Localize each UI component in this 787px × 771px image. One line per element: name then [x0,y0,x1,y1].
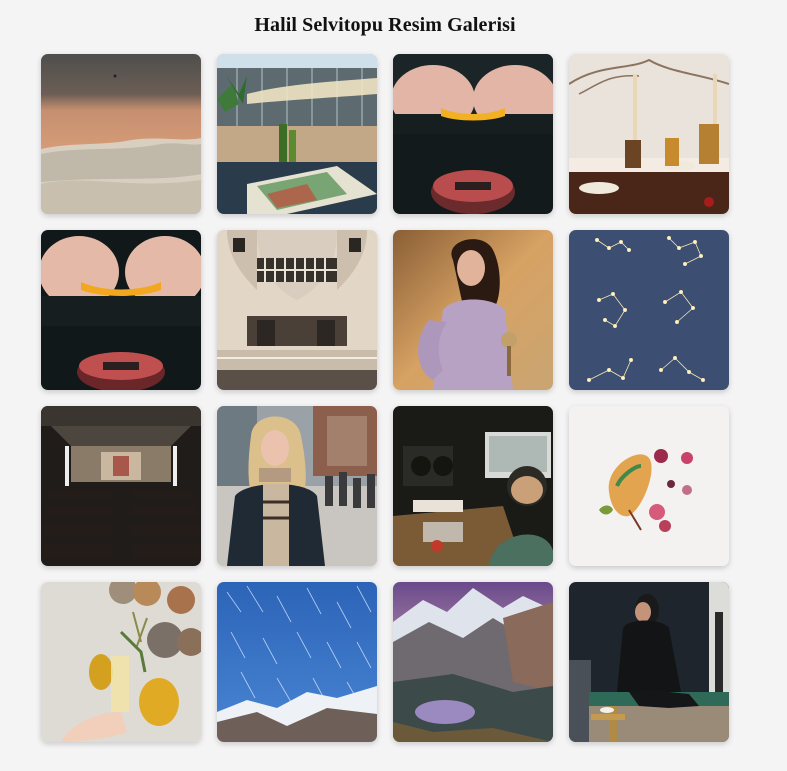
building-photo [217,230,377,390]
gallery-image-balloons[interactable] [41,582,201,742]
studio-photo [393,406,553,566]
hands-photo [393,54,553,214]
gallery-image-terrace[interactable] [217,54,377,214]
gallery-image-woman-studio[interactable] [569,582,729,742]
woman-dress-photo [393,230,553,390]
gallery-image-dinner[interactable] [569,54,729,214]
gallery-image-zodiac[interactable] [569,230,729,390]
gallery-image-building[interactable] [217,230,377,390]
zodiac-photo [569,230,729,390]
gallery-page: Halil Selvitopu Resim Galerisi [0,0,787,771]
gallery-image-blonde-woman[interactable] [217,406,377,566]
gallery-image-mountain-lake[interactable] [393,582,553,742]
gallery-image-leaf[interactable] [569,406,729,566]
gallery-image-star-trails[interactable] [217,582,377,742]
balloons-photo [41,582,201,742]
beach-photo [41,54,201,214]
leaf-photo [569,406,729,566]
star-trails-photo [217,582,377,742]
gallery-image-beach[interactable] [41,54,201,214]
terrace-photo [217,54,377,214]
page-title: Halil Selvitopu Resim Galerisi [254,14,516,36]
woman-studio-photo [569,582,729,742]
image-grid [41,54,729,742]
hands-photo-2 [41,230,201,390]
gallery-image-hands-2[interactable] [41,230,201,390]
mountain-lake-photo [393,582,553,742]
church-photo [41,406,201,566]
dinner-photo [569,54,729,214]
gallery-image-hands[interactable] [393,54,553,214]
gallery-image-studio[interactable] [393,406,553,566]
gallery-image-woman-dress[interactable] [393,230,553,390]
blonde-woman-photo [217,406,377,566]
gallery-image-church[interactable] [41,406,201,566]
